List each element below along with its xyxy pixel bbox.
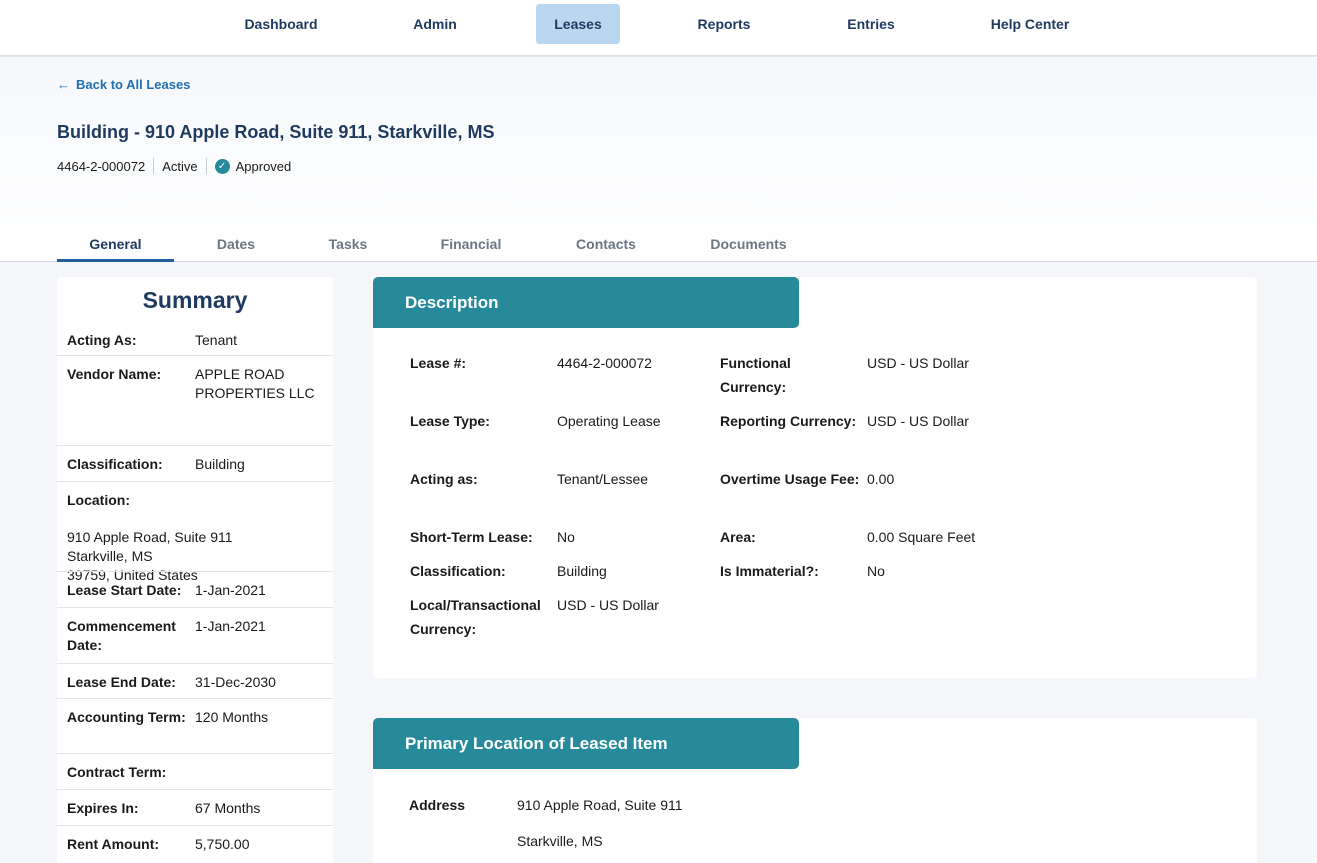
- field-label: Classification:: [410, 563, 506, 579]
- summary-row-rent-amount: Rent Amount: 5,750.00: [57, 825, 333, 863]
- summary-panel: Summary Acting As: Tenant Vendor Name: A…: [57, 277, 333, 863]
- top-navigation: Dashboard Admin Leases Reports Entries H…: [0, 0, 1317, 56]
- field-label: Functional Currency:: [720, 355, 791, 395]
- field-label: Short-Term Lease:: [410, 529, 533, 545]
- field-value: Tenant/Lessee: [557, 471, 649, 487]
- primary-location-card: Primary Location of Leased Item Address …: [373, 718, 1257, 863]
- tab-general[interactable]: General: [57, 236, 174, 262]
- back-to-leases-link[interactable]: ← Back to All Leases: [57, 77, 190, 92]
- summary-row-end-date: Lease End Date: 31-Dec-2030: [57, 663, 333, 699]
- back-link-label: Back to All Leases: [76, 77, 191, 92]
- nav-admin[interactable]: Admin: [398, 4, 472, 44]
- field-value: Operating Lease: [557, 413, 661, 429]
- tab-dates[interactable]: Dates: [200, 236, 272, 262]
- summary-label: Vendor Name:: [67, 366, 162, 382]
- summary-row-accounting-term: Accounting Term: 120 Months: [57, 698, 333, 754]
- primary-location-title: Primary Location of Leased Item: [373, 718, 799, 769]
- field-value: 0.00: [867, 471, 895, 487]
- summary-label: Acting As:: [67, 332, 137, 348]
- summary-label: Rent Amount:: [67, 836, 160, 852]
- summary-row-acting-as: Acting As: Tenant: [57, 321, 333, 356]
- field-value: Starkville, MS: [517, 833, 603, 849]
- field-value: No: [867, 563, 885, 579]
- field-label: Local/Transactional Currency:: [410, 597, 541, 637]
- field-label: Lease #:: [410, 355, 467, 371]
- summary-value: Building: [195, 456, 245, 472]
- divider: [205, 158, 207, 174]
- field-value: USD - US Dollar: [867, 413, 969, 429]
- tab-financial[interactable]: Financial: [425, 236, 517, 262]
- summary-value: APPLE ROAD PROPERTIES LLC: [195, 366, 315, 401]
- field-label: Reporting Currency:: [720, 413, 857, 429]
- field-value: 910 Apple Road, Suite 911: [517, 797, 683, 813]
- lease-tabs: General Dates Tasks Financial Contacts D…: [0, 228, 1317, 262]
- description-card: Description Lease #: 4464-2-000072 Lease…: [373, 277, 1257, 678]
- arrow-left-icon: ←: [57, 77, 70, 92]
- summary-label: Accounting Term:: [67, 709, 186, 725]
- field-label: Lease Type:: [410, 413, 490, 429]
- field-label: Is Immaterial?:: [720, 563, 819, 579]
- summary-value: Tenant: [195, 332, 238, 348]
- approval-status: Approved: [235, 158, 292, 174]
- summary-row-start-date: Lease Start Date: 1-Jan-2021: [57, 571, 333, 607]
- field-label: Acting as:: [410, 471, 478, 487]
- check-circle-icon: ✓: [214, 158, 230, 174]
- summary-row-classification: Classification: Building: [57, 445, 333, 481]
- tab-tasks[interactable]: Tasks: [314, 236, 382, 262]
- field-value: USD - US Dollar: [557, 597, 659, 613]
- summary-title: Summary: [142, 287, 248, 313]
- summary-label: Commencement Date:: [67, 618, 176, 653]
- summary-row-expires-in: Expires In: 67 Months: [57, 789, 333, 825]
- status-badge: Active: [162, 158, 198, 174]
- field-label: Area:: [720, 529, 756, 545]
- nav-reports[interactable]: Reports: [684, 4, 764, 44]
- nav-leases[interactable]: Leases: [536, 4, 620, 44]
- summary-value: 67 Months: [195, 800, 261, 816]
- tab-documents[interactable]: Documents: [697, 236, 800, 262]
- summary-label: Classification:: [67, 456, 163, 472]
- description-title: Description: [373, 277, 799, 328]
- field-value: Building: [557, 563, 607, 579]
- address-line: 910 Apple Road, Suite 911: [67, 529, 233, 545]
- summary-row-vendor: Vendor Name: APPLE ROAD PROPERTIES LLC: [57, 355, 333, 410]
- field-value: USD - US Dollar: [867, 355, 969, 371]
- summary-row-location: Location: 910 Apple Road, Suite 911 Star…: [57, 481, 333, 583]
- nav-dashboard[interactable]: Dashboard: [237, 4, 325, 44]
- page-title: Building - 910 Apple Road, Suite 911, St…: [57, 122, 495, 142]
- summary-label: Location:: [67, 492, 130, 508]
- nav-help-center[interactable]: Help Center: [980, 4, 1080, 44]
- summary-row-commencement: Commencement Date: 1-Jan-2021: [57, 607, 333, 663]
- field-label: Address: [409, 797, 466, 813]
- tab-contacts[interactable]: Contacts: [561, 236, 651, 262]
- summary-value: 120 Months: [195, 709, 269, 725]
- field-value: No: [557, 529, 575, 545]
- summary-row-contract-term: Contract Term:: [57, 753, 333, 789]
- address-line: Starkville, MS: [67, 548, 153, 564]
- summary-value: 31-Dec-2030: [195, 674, 276, 690]
- summary-value: 1-Jan-2021: [195, 618, 266, 634]
- lease-id: 4464-2-000072: [57, 158, 146, 174]
- summary-label: Lease Start Date:: [67, 582, 182, 598]
- field-value: 4464-2-000072: [557, 355, 652, 371]
- field-value: 0.00 Square Feet: [867, 529, 976, 545]
- summary-value: 5,750.00: [195, 836, 250, 852]
- summary-value: 1-Jan-2021: [195, 582, 266, 598]
- summary-label: Expires In:: [67, 800, 139, 816]
- field-label: Overtime Usage Fee:: [720, 471, 860, 487]
- summary-label: Contract Term:: [67, 764, 167, 780]
- lease-meta: 4464-2-000072 Active ✓ Approved: [57, 157, 291, 175]
- divider: [153, 158, 155, 174]
- summary-label: Lease End Date:: [67, 674, 176, 690]
- nav-entries[interactable]: Entries: [836, 4, 906, 44]
